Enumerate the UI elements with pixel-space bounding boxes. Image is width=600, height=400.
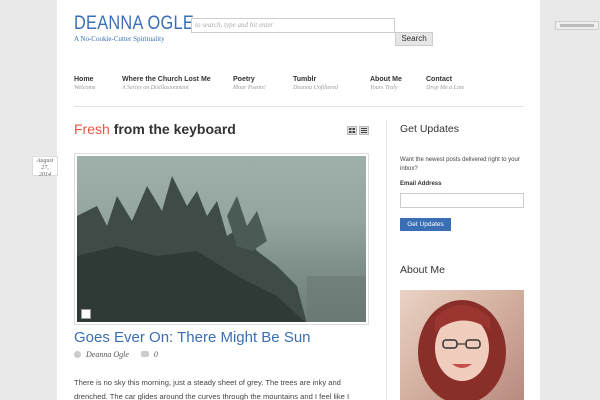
nav-item-sub: A Series on Disillusionment (122, 85, 189, 91)
author-icon (74, 351, 81, 358)
section-heading: Fresh from the keyboard (74, 121, 236, 137)
nav-item-tumblr[interactable]: Tumblr Deanna Unfiltered (293, 76, 338, 91)
get-updates-button[interactable]: Get Updates (400, 218, 451, 231)
header-divider (74, 106, 524, 107)
featured-photo (77, 156, 366, 322)
nav-item-label: About Me (370, 76, 402, 83)
nav-item-where-the-church-lost-me[interactable]: Where the Church Lost Me A Series on Dis… (122, 76, 211, 91)
post-date-month: August (36, 158, 54, 164)
updates-heading: Get Updates (400, 123, 459, 135)
section-heading-rest: from the keyboard (113, 121, 236, 137)
image-format-icon (81, 309, 91, 319)
post-meta: Deanna Ogle 0 (74, 350, 158, 359)
post-date-day: 27, (41, 165, 49, 171)
email-label: Email Address (400, 181, 442, 187)
updates-text: Want the newest posts delivered right to… (400, 157, 520, 172)
nav-item-poetry[interactable]: Poetry Moar Poems! (233, 76, 266, 91)
sidebar-divider (386, 120, 387, 400)
nav-item-sub: Yours Truly (370, 85, 398, 91)
nav-item-sub: Welcome (74, 85, 96, 91)
section-heading-accent: Fresh (74, 121, 110, 137)
nav-item-sub: Drop Me a Line (426, 85, 465, 91)
post-date-badge: August 27, 2014 (32, 156, 58, 178)
search-input[interactable]: to search, type and hit enter (191, 18, 395, 33)
nav-item-label: Contact (426, 76, 453, 83)
corner-badge[interactable] (555, 21, 599, 30)
post-author[interactable]: Deanna Ogle (86, 350, 129, 359)
post-comment-count[interactable]: 0 (154, 350, 158, 359)
post-date-year: 2014 (39, 172, 51, 178)
list-view-icon[interactable] (359, 126, 369, 135)
nav-item-contact[interactable]: Contact Drop Me a Line (426, 76, 464, 91)
post-title[interactable]: Goes Ever On: There Might Be Sun (74, 329, 311, 346)
nav-item-sub: Moar Poems! (233, 85, 266, 91)
post-excerpt: There is no sky this morning, just a ste… (74, 378, 350, 400)
nav-item-label: Where the Church Lost Me (122, 76, 211, 83)
grid-view-icon[interactable] (347, 126, 357, 135)
featured-image[interactable] (74, 153, 369, 325)
about-heading: About Me (400, 264, 445, 276)
nav-item-about-me[interactable]: About Me Yours Truly (370, 76, 402, 91)
nav-item-label: Home (74, 76, 94, 83)
site-title[interactable]: DEANNA OGLE (74, 13, 194, 35)
nav-item-label: Tumblr (293, 76, 317, 83)
page-container: DEANNA OGLE A No-Cookie-Cutter Spiritual… (57, 0, 540, 400)
nav-item-sub: Deanna Unfiltered (293, 85, 338, 91)
about-photo (400, 290, 524, 400)
search-button[interactable]: Search (395, 32, 433, 46)
nav-item-home[interactable]: Home Welcome (74, 76, 95, 91)
email-field[interactable] (400, 193, 524, 208)
site-tagline: A No-Cookie-Cutter Spirituality (74, 35, 165, 43)
nav-item-label: Poetry (233, 76, 255, 83)
comment-icon (140, 351, 149, 357)
